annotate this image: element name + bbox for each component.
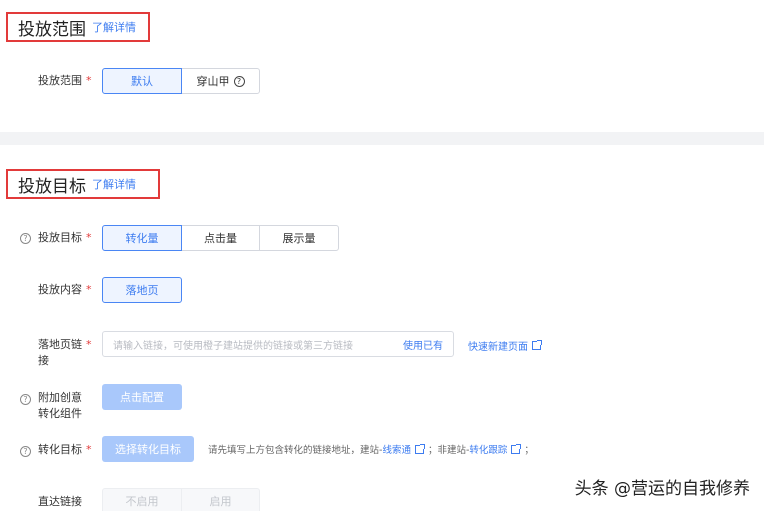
label-text: 附加创意 <box>38 391 82 404</box>
hint-text: ； <box>524 445 534 456</box>
option-enable[interactable]: 启用 <box>181 488 260 511</box>
content-label: 投放内容 * <box>38 282 92 298</box>
watermark: 头条 @营运的自我修养 <box>574 479 750 499</box>
option-conversions[interactable]: 转化量 <box>102 225 182 251</box>
hint-text: ；非建站- <box>427 445 470 456</box>
placement-range-selector: 默认 穿山甲 ? <box>102 68 260 94</box>
section-title: 投放范围 <box>18 19 86 40</box>
label-text: 落地页链 <box>38 338 82 351</box>
configure-button[interactable]: 点击配置 <box>102 384 182 410</box>
label-text: 投放目标 <box>38 231 82 244</box>
component-label: 附加创意 转化组件 <box>38 390 82 422</box>
section-title-box: 投放目标 了解详情 <box>6 169 160 199</box>
placement-range-label: 投放范围 * <box>38 73 92 89</box>
external-link-icon <box>511 443 522 454</box>
label-text-line2: 转化组件 <box>38 407 82 420</box>
use-existing-button[interactable]: 使用已有 <box>393 337 453 352</box>
required-mark: * <box>86 283 92 296</box>
required-mark: * <box>86 338 92 351</box>
required-mark: * <box>86 443 92 456</box>
landing-url-label: 落地页链 * 接 <box>38 337 92 369</box>
required-mark: * <box>86 231 92 244</box>
direct-link-selector: 不启用 启用 <box>102 488 260 511</box>
option-default[interactable]: 默认 <box>102 68 182 94</box>
select-conversion-button[interactable]: 选择转化目标 <box>102 436 194 462</box>
landing-url-input[interactable]: 请输入链接，可使用橙子建站提供的链接或第三方链接 使用已有 <box>102 331 454 357</box>
conversion-tracking-link[interactable]: 转化跟踪 <box>469 442 507 456</box>
option-impressions[interactable]: 展示量 <box>259 225 339 251</box>
required-mark: * <box>86 74 92 87</box>
placement-range-section: 投放范围 了解详情 投放范围 * 默认 穿山甲 ? <box>0 0 764 132</box>
detail-link[interactable]: 了解详情 <box>92 176 136 192</box>
help-icon[interactable]: ? <box>20 233 31 244</box>
option-label: 穿山甲 <box>196 75 230 88</box>
option-pangle[interactable]: 穿山甲 ? <box>181 68 260 94</box>
conversion-hint: 请先填写上方包含转化的链接地址，建站- 线索通 ；非建站- 转化跟踪 ； <box>208 442 534 456</box>
label-text: 投放范围 <box>38 74 82 87</box>
section-divider <box>0 132 764 145</box>
external-link-icon <box>414 443 425 454</box>
label-text-line2: 接 <box>38 354 49 367</box>
label-text: 直达链接 <box>38 495 82 508</box>
option-disable[interactable]: 不启用 <box>102 488 182 511</box>
option-clicks[interactable]: 点击量 <box>181 225 260 251</box>
label-text: 转化目标 <box>38 443 82 456</box>
help-icon[interactable]: ? <box>233 75 245 87</box>
goal-label: 投放目标 * <box>38 230 92 246</box>
landing-url-placeholder: 请输入链接，可使用橙子建站提供的链接或第三方链接 <box>113 340 353 352</box>
direct-link-label: 直达链接 <box>38 494 82 510</box>
label-text: 投放内容 <box>38 283 82 296</box>
section-title: 投放目标 <box>18 176 86 197</box>
option-landing-page[interactable]: 落地页 <box>102 277 182 303</box>
placement-goal-section: 投放目标 了解详情 ? 投放目标 * 转化量 点击量 展示量 投放内容 * 落地页 … <box>0 145 764 511</box>
section-title-box: 投放范围 了解详情 <box>6 12 150 42</box>
conversion-label: 转化目标 * <box>38 442 92 458</box>
detail-link[interactable]: 了解详情 <box>92 19 136 35</box>
hint-text: 请先填写上方包含转化的链接地址，建站- <box>208 445 383 456</box>
leads-link[interactable]: 线索通 <box>382 442 411 456</box>
link-label: 快速新建页面 <box>468 342 528 353</box>
help-icon[interactable]: ? <box>20 446 31 457</box>
quick-create-page-link[interactable]: 快速新建页面 <box>468 338 542 353</box>
help-icon[interactable]: ? <box>20 394 31 405</box>
external-link-icon <box>532 340 542 350</box>
goal-selector: 转化量 点击量 展示量 <box>102 225 339 251</box>
